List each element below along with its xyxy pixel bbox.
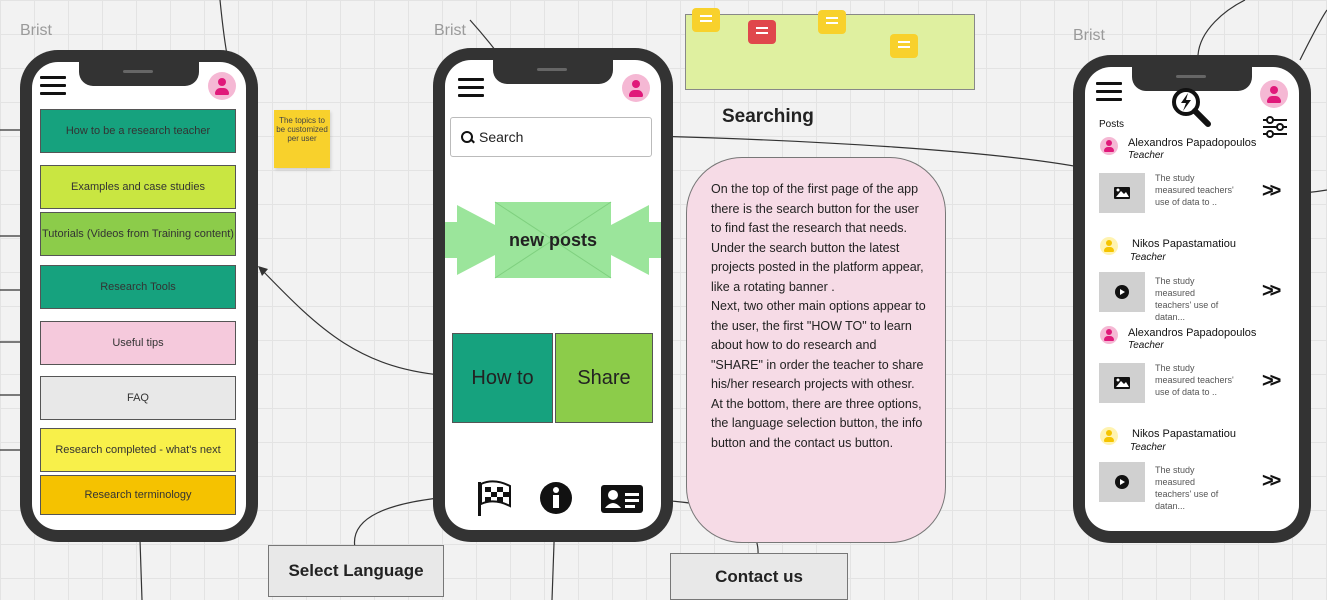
post-avatar (1100, 137, 1118, 155)
comment-icon[interactable] (692, 8, 720, 32)
post-author: Nikos Papastamatiou (1132, 428, 1236, 440)
post-author: Alexandros Papadopoulos (1128, 137, 1257, 149)
post-role: Teacher (1128, 150, 1164, 161)
post-excerpt: The study measured teachers' use of data… (1155, 465, 1219, 511)
connector-howto-left (259, 267, 453, 377)
play-icon (1115, 475, 1129, 489)
frame-label-right: Brist (1073, 27, 1105, 44)
comment-icon[interactable] (748, 20, 776, 44)
image-icon (1114, 187, 1130, 199)
post-role: Teacher (1130, 252, 1166, 263)
how-to-button[interactable]: How to (452, 333, 553, 423)
user-avatar[interactable] (1260, 80, 1288, 108)
post-excerpt: The study measured teachers' use of data… (1155, 173, 1234, 207)
connector-right-edge (1299, 9, 1327, 61)
post-author: Alexandros Papadopoulos (1128, 327, 1257, 339)
chevron-right-icon[interactable]: >> (1262, 180, 1281, 203)
topic-tutorials[interactable]: Tutorials (Videos from Training content) (40, 212, 236, 256)
topic-research-terminology[interactable]: Research terminology (40, 475, 236, 515)
topic-research-completed[interactable]: Research completed - what's next (40, 428, 236, 472)
phone-notch (493, 60, 613, 84)
post-thumbnail[interactable] (1099, 272, 1145, 312)
searching-title: Searching (722, 106, 814, 127)
info-icon[interactable] (539, 481, 573, 515)
search-logo-icon (1172, 88, 1211, 127)
chevron-right-icon[interactable]: >> (1262, 470, 1281, 493)
search-input[interactable]: Search (450, 117, 652, 157)
chevron-right-icon[interactable]: >> (1262, 280, 1281, 303)
hamburger-icon[interactable] (458, 78, 484, 98)
search-icon (461, 131, 473, 143)
connector-left-down (139, 539, 143, 600)
play-icon (1115, 285, 1129, 299)
share-button[interactable]: Share (555, 333, 653, 423)
topic-research-tools[interactable]: Research Tools (40, 265, 236, 309)
post-avatar (1100, 326, 1118, 344)
hamburger-icon[interactable] (1096, 82, 1122, 102)
search-placeholder: Search (479, 129, 524, 145)
image-icon (1114, 377, 1130, 389)
topic-faq[interactable]: FAQ (40, 376, 236, 420)
post-avatar (1100, 237, 1118, 255)
hamburger-icon[interactable] (40, 76, 66, 96)
post-excerpt: The study measured teachers' use of data… (1155, 363, 1234, 397)
post-thumbnail[interactable] (1099, 173, 1145, 213)
user-avatar[interactable] (208, 72, 236, 100)
comment-icon[interactable] (818, 10, 846, 34)
description-bubble: On the top of the first page of the app … (686, 157, 946, 543)
topic-how-to-be-research-teacher[interactable]: How to be a research teacher (40, 109, 236, 153)
post-excerpt: The study measured teachers' use of data… (1155, 276, 1219, 322)
user-avatar[interactable] (622, 74, 650, 102)
phone-notch (79, 62, 199, 86)
select-language-label: Select Language (268, 545, 444, 597)
posts-label: Posts (1099, 119, 1125, 130)
chevron-right-icon[interactable]: >> (1262, 370, 1281, 393)
banner-label: new posts (508, 230, 597, 250)
connector-top-right (1197, 0, 1246, 56)
post-thumbnail[interactable] (1099, 462, 1145, 502)
post-author: Nikos Papastamatiou (1132, 238, 1236, 250)
post-thumbnail[interactable] (1099, 363, 1145, 403)
sliders-icon[interactable] (1262, 116, 1288, 138)
frame-label-left: Brist (20, 22, 52, 39)
post-role: Teacher (1130, 442, 1166, 453)
topic-examples-case-studies[interactable]: Examples and case studies (40, 165, 236, 209)
contact-us-label: Contact us (670, 553, 848, 600)
comment-icon[interactable] (890, 34, 918, 58)
frame-label-middle: Brist (434, 22, 466, 39)
checkered-flag-icon[interactable] (474, 480, 514, 518)
topic-useful-tips[interactable]: Useful tips (40, 321, 236, 365)
post-avatar (1100, 427, 1118, 445)
sticky-note: The topics to be customized per user (274, 110, 330, 168)
post-role: Teacher (1128, 340, 1164, 351)
contact-card-icon[interactable] (600, 484, 644, 514)
